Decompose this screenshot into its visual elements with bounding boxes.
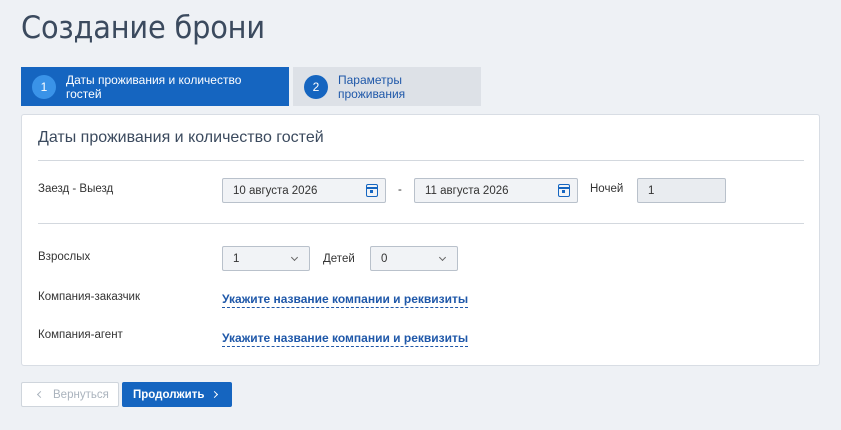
page-title: Создание брони <box>21 10 265 46</box>
children-select[interactable]: 0 <box>370 246 458 271</box>
step-label: Даты проживания и количество гостей <box>66 72 242 101</box>
divider <box>38 160 804 161</box>
back-button-label: Вернуться <box>53 388 109 401</box>
chevron-down-icon <box>438 253 447 262</box>
calendar-icon[interactable] <box>366 184 378 197</box>
divider <box>38 223 804 224</box>
nights-value: 1 <box>648 184 655 197</box>
adults-select[interactable]: 1 <box>222 246 310 271</box>
step-label: Параметры проживания <box>338 72 406 101</box>
chevron-right-icon <box>211 390 219 399</box>
step-accommodation-params[interactable]: 2 Параметры проживания <box>293 67 481 106</box>
calendar-icon[interactable] <box>558 184 570 197</box>
step-number: 2 <box>304 74 328 99</box>
checkin-date-value: 10 августа 2026 <box>233 184 318 197</box>
continue-button-label: Продолжить <box>133 388 205 401</box>
date-separator: - <box>398 184 402 196</box>
company-customer-link[interactable]: Укажите название компании и реквизиты <box>222 292 469 308</box>
dates-label: Заезд - Выезд <box>38 183 114 195</box>
company-agent-link[interactable]: Укажите название компании и реквизиты <box>222 331 469 347</box>
booking-form-panel: Даты проживания и количество гостей Заез… <box>21 114 820 366</box>
chevron-down-icon <box>290 253 299 262</box>
back-button[interactable]: Вернуться <box>21 382 119 407</box>
nights-label: Ночей <box>590 183 624 195</box>
children-value: 0 <box>381 252 388 265</box>
continue-button[interactable]: Продолжить <box>122 382 232 407</box>
checkin-date-field[interactable]: 10 августа 2026 <box>222 178 386 203</box>
steps-bar: 1 Даты проживания и количество гостей 2 … <box>21 67 481 106</box>
company-customer-label: Компания-заказчик <box>38 291 141 303</box>
checkout-date-value: 11 августа 2026 <box>425 184 509 197</box>
step-dates-guests[interactable]: 1 Даты проживания и количество гостей <box>21 67 289 106</box>
nights-field[interactable]: 1 <box>637 178 726 203</box>
adults-value: 1 <box>233 252 240 265</box>
chevron-left-icon <box>36 390 45 399</box>
checkout-date-field[interactable]: 11 августа 2026 <box>414 178 578 203</box>
adults-label: Взрослых <box>38 251 91 263</box>
step-number: 1 <box>32 74 56 99</box>
children-label: Детей <box>323 253 355 265</box>
company-agent-label: Компания-агент <box>38 329 123 341</box>
panel-title: Даты проживания и количество гостей <box>38 129 324 146</box>
